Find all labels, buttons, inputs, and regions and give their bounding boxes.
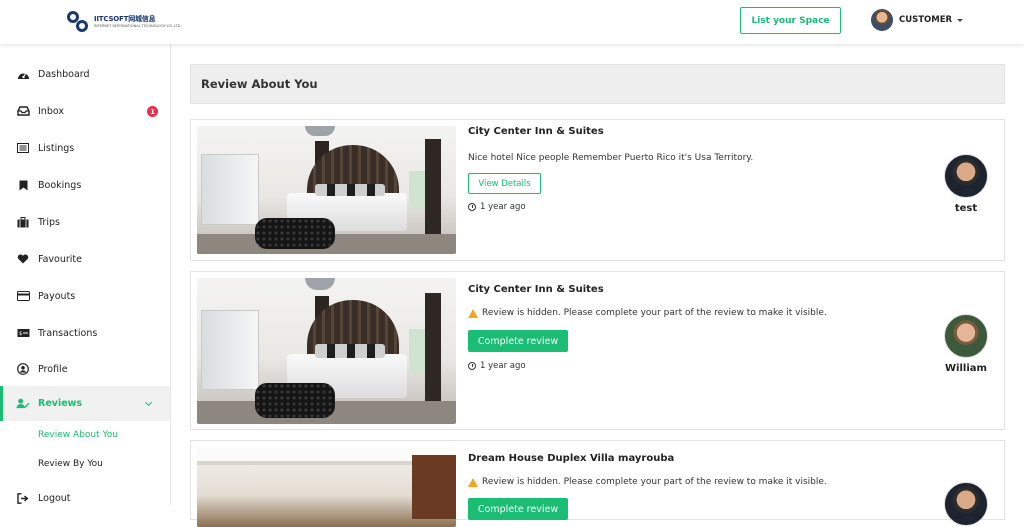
sidebar-item-logout[interactable]: Logout xyxy=(0,480,170,516)
suitcase-icon xyxy=(16,216,30,228)
user-name: CUSTOMER xyxy=(899,15,953,25)
list-icon xyxy=(16,142,30,154)
sidebar-item-inbox[interactable]: Inbox 1 xyxy=(0,93,170,129)
sidebar-item-label: Transactions xyxy=(38,327,98,339)
sidebar-item-favourite[interactable]: Favourite xyxy=(0,241,170,277)
sidebar-item-label: Profile xyxy=(38,363,68,375)
warning-icon xyxy=(468,477,478,487)
sidebar-item-label: Listings xyxy=(38,142,75,154)
user-menu[interactable]: CUSTOMER xyxy=(871,9,964,31)
logo-subtext: INTERNET INTERNATIONAL TECHNOLOGY CO.,LT… xyxy=(94,24,181,28)
dashboard-icon xyxy=(16,68,30,80)
hidden-review-notice: Review is hidden. Please complete your p… xyxy=(468,308,827,318)
complete-review-button[interactable]: Complete review xyxy=(468,498,568,520)
caret-down-icon xyxy=(957,18,964,22)
sidebar-item-profile[interactable]: Profile xyxy=(0,351,170,387)
bookmark-icon xyxy=(16,179,30,191)
review-card: City Center Inn & Suites Review is hidde… xyxy=(190,271,1005,430)
listing-title[interactable]: Dream House Duplex Villa mayrouba xyxy=(468,453,674,464)
review-time: 1 year ago xyxy=(468,202,526,212)
user-circle-icon xyxy=(16,363,30,375)
inbox-icon xyxy=(16,105,30,117)
reviewer-avatar[interactable] xyxy=(944,154,988,198)
view-details-button[interactable]: View Details xyxy=(468,173,541,194)
review-text: Nice hotel Nice people Remember Puerto R… xyxy=(468,153,754,163)
user-edit-icon xyxy=(16,398,30,410)
sidebar-item-label: Reviews xyxy=(38,398,83,409)
warning-icon xyxy=(468,308,478,318)
review-card: Dream House Duplex Villa mayrouba Review… xyxy=(190,440,1005,527)
sidebar-item-label: Dashboard xyxy=(38,68,90,80)
listing-title[interactable]: City Center Inn & Suites xyxy=(468,126,604,137)
reviewer-name: test xyxy=(954,203,978,214)
sidebar-item-transactions[interactable]: $ Transactions xyxy=(0,315,170,351)
sidebar: Dashboard Inbox 1 Listings Bookings Trip… xyxy=(0,44,171,505)
money-icon: $ xyxy=(16,327,30,339)
listing-title[interactable]: City Center Inn & Suites xyxy=(468,284,604,295)
sidebar-item-label: Logout xyxy=(38,492,71,504)
logo-text: IITCSOFT网城信息 xyxy=(94,15,156,23)
reviewer-avatar[interactable] xyxy=(944,482,988,526)
page-title: Review About You xyxy=(190,64,1005,104)
clock-icon xyxy=(468,203,476,211)
reviewer: test xyxy=(943,154,989,214)
chevron-down-icon xyxy=(144,398,153,407)
reviewer xyxy=(943,482,989,526)
sidebar-item-listings[interactable]: Listings xyxy=(0,130,170,166)
clock-icon xyxy=(468,362,476,370)
review-text: Review is hidden. Please complete your p… xyxy=(482,308,827,318)
main-content: Review About You xyxy=(190,64,1005,104)
reviewer: William xyxy=(943,314,989,374)
sidebar-item-label: Favourite xyxy=(38,253,82,265)
list-your-space-button[interactable]: List your Space xyxy=(740,7,841,34)
top-bar: IITCSOFT网城信息 INTERNET INTERNATIONAL TECH… xyxy=(0,0,1024,44)
heart-icon xyxy=(16,253,30,265)
card-icon xyxy=(16,290,30,302)
sidebar-item-label: Payouts xyxy=(38,290,76,302)
logo[interactable]: IITCSOFT网城信息 INTERNET INTERNATIONAL TECH… xyxy=(66,8,180,34)
sidebar-subitem-review-by-you[interactable]: Review By You xyxy=(38,459,103,469)
logo-icon xyxy=(66,8,92,34)
review-time-text: 1 year ago xyxy=(480,361,526,371)
review-card: City Center Inn & Suites Nice hotel Nice… xyxy=(190,119,1005,261)
sidebar-item-label: Bookings xyxy=(38,179,82,191)
review-time-text: 1 year ago xyxy=(480,202,526,212)
svg-text:$: $ xyxy=(19,331,22,337)
sidebar-item-dashboard[interactable]: Dashboard xyxy=(0,56,170,92)
sidebar-item-label: Inbox xyxy=(38,105,64,117)
review-time: 1 year ago xyxy=(468,361,526,371)
listing-image[interactable] xyxy=(197,278,456,424)
review-text: Review is hidden. Please complete your p… xyxy=(482,477,827,487)
sidebar-item-reviews[interactable]: Reviews xyxy=(0,386,170,421)
hidden-review-notice: Review is hidden. Please complete your p… xyxy=(468,477,827,487)
listing-image[interactable] xyxy=(197,126,456,254)
logout-icon xyxy=(16,492,30,504)
complete-review-button[interactable]: Complete review xyxy=(468,330,568,352)
sidebar-item-trips[interactable]: Trips xyxy=(0,204,170,240)
avatar xyxy=(871,9,893,31)
sidebar-item-payouts[interactable]: Payouts xyxy=(0,278,170,314)
sidebar-subitem-review-about-you[interactable]: Review About You xyxy=(38,430,118,440)
sidebar-item-label: Trips xyxy=(38,216,60,228)
reviewer-name: William xyxy=(945,363,987,374)
sidebar-item-bookings[interactable]: Bookings xyxy=(0,167,170,203)
reviewer-avatar[interactable] xyxy=(944,314,988,358)
inbox-count-badge: 1 xyxy=(147,106,158,117)
listing-image[interactable] xyxy=(197,447,456,527)
